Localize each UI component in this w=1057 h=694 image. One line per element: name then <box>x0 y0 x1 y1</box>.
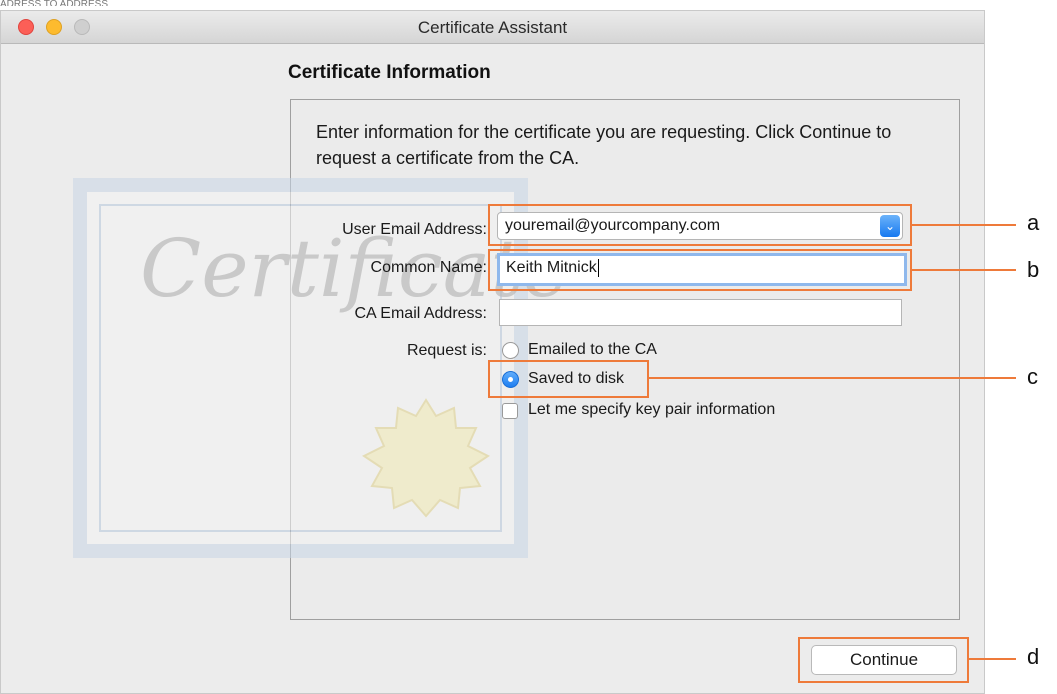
callout-box-d <box>798 637 969 683</box>
window-title: Certificate Assistant <box>417 18 568 37</box>
intro-text: Enter information for the certificate yo… <box>316 122 892 168</box>
callout-line-d <box>969 658 1016 660</box>
callout-line-b <box>912 269 1016 271</box>
callout-box-a <box>488 204 912 246</box>
key-pair-checkbox[interactable] <box>502 403 518 419</box>
key-pair-label[interactable]: Let me specify key pair information <box>528 401 775 419</box>
callout-letter-d: d <box>1027 644 1040 669</box>
seal-icon <box>362 398 490 518</box>
request-is-label: Request is: <box>406 342 487 359</box>
ca-email-field[interactable] <box>499 299 902 326</box>
callout-line-c <box>649 377 1016 379</box>
emailed-to-ca-label[interactable]: Emailed to the CA <box>528 341 657 359</box>
common-name-label: Common Name: <box>370 259 487 276</box>
callout-box-c <box>488 360 649 398</box>
callout-box-b <box>488 249 912 291</box>
callout-line-a <box>912 224 1016 226</box>
user-email-label: User Email Address: <box>342 221 487 238</box>
callout-letter-b: b <box>1027 257 1040 282</box>
title-bar: Certificate Assistant <box>1 11 984 44</box>
callout-letter-a: a <box>1027 210 1040 235</box>
callout-letter-c: c <box>1027 364 1038 389</box>
section-heading: Certificate Information <box>288 62 491 83</box>
ca-email-label: CA Email Address: <box>354 305 488 322</box>
radio-emailed-to-ca[interactable] <box>502 342 519 359</box>
clipped-caption: ADRESS TO ADDRESS <box>0 0 108 6</box>
